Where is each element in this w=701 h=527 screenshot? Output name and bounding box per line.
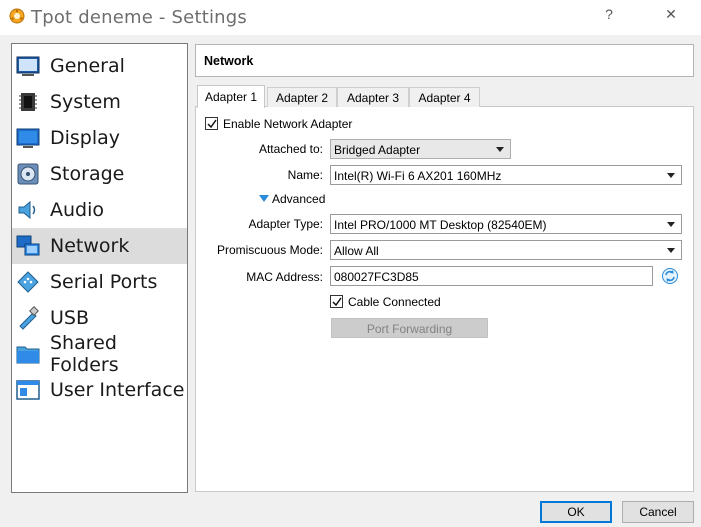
sidebar-item-label: System: [50, 91, 121, 113]
name-label: Name:: [287, 168, 323, 182]
attached-to-label: Attached to:: [258, 142, 323, 156]
usb-icon: [19, 306, 39, 330]
promiscuous-mode-label: Promiscuous Mode:: [216, 243, 323, 257]
audio-icon: [18, 200, 36, 220]
sidebar-item-general[interactable]: General: [12, 48, 187, 84]
checkmark-icon: [332, 297, 342, 307]
window-title: Tpot deneme - Settings: [31, 7, 247, 28]
promiscuous-mode-select[interactable]: Allow All: [330, 240, 682, 260]
sidebar-item-label: User Interface: [50, 379, 185, 401]
tab-adapter-4[interactable]: Adapter 4: [409, 87, 480, 107]
sidebar-item-system[interactable]: System: [12, 84, 187, 120]
chevron-down-icon: [667, 173, 675, 178]
adapter-type-value: Intel PRO/1000 MT Desktop (82540EM): [334, 218, 547, 232]
chevron-down-icon: [667, 222, 675, 227]
serial-ports-icon: [17, 271, 39, 293]
expand-advanced-icon[interactable]: [259, 195, 269, 202]
chevron-down-icon: [496, 147, 504, 152]
storage-icon: [17, 163, 39, 185]
cable-connected-label[interactable]: Cable Connected: [348, 295, 441, 309]
settings-sidebar: General System Display Storage Audio Net…: [11, 43, 188, 493]
adapter-panel: [195, 106, 694, 492]
refresh-mac-icon[interactable]: [661, 267, 679, 285]
sidebar-item-shared-folders[interactable]: Shared Folders: [12, 332, 187, 376]
sidebar-item-usb[interactable]: USB: [12, 300, 187, 336]
sidebar-item-serial-ports[interactable]: Serial Ports: [12, 264, 187, 300]
close-button[interactable]: ✕: [661, 6, 681, 23]
sidebar-item-audio[interactable]: Audio: [12, 192, 187, 228]
tab-adapter-2[interactable]: Adapter 2: [267, 87, 337, 107]
shared-folders-icon: [16, 346, 40, 364]
system-icon: [19, 93, 37, 111]
cancel-button[interactable]: Cancel: [622, 501, 694, 523]
adapter-type-label: Adapter Type:: [248, 217, 324, 231]
sidebar-item-user-interface[interactable]: User Interface: [12, 372, 187, 408]
mac-address-input[interactable]: 080027FC3D85: [330, 266, 653, 286]
mac-address-label: MAC Address:: [246, 270, 323, 284]
adapter-type-select[interactable]: Intel PRO/1000 MT Desktop (82540EM): [330, 214, 682, 234]
page-title: Network: [204, 54, 254, 68]
port-forwarding-button[interactable]: Port Forwarding: [331, 318, 488, 338]
sidebar-item-label: Network: [50, 235, 130, 257]
attached-to-select[interactable]: Bridged Adapter: [330, 139, 511, 159]
sidebar-item-label: USB: [50, 307, 90, 329]
network-icon: [16, 235, 40, 256]
page-header: Network: [195, 44, 694, 77]
sidebar-item-label: Display: [50, 127, 121, 149]
sidebar-item-label: Shared Folders: [50, 332, 119, 376]
checkmark-icon: [207, 119, 217, 129]
name-value: Intel(R) Wi-Fi 6 AX201 160MHz: [334, 169, 502, 183]
sidebar-item-label: Serial Ports: [50, 271, 158, 293]
sidebar-item-label: General: [50, 55, 125, 77]
promiscuous-mode-value: Allow All: [334, 244, 379, 258]
sidebar-item-network[interactable]: Network: [12, 228, 187, 264]
sidebar-item-storage[interactable]: Storage: [12, 156, 187, 192]
advanced-toggle[interactable]: Advanced: [272, 192, 325, 206]
general-icon: [16, 56, 40, 76]
chevron-down-icon: [667, 248, 675, 253]
sidebar-item-label: Storage: [50, 163, 125, 185]
user-interface-icon: [16, 380, 40, 400]
name-select[interactable]: Intel(R) Wi-Fi 6 AX201 160MHz: [330, 165, 682, 185]
virtualbox-app-icon: [9, 8, 25, 24]
attached-to-value: Bridged Adapter: [334, 143, 421, 157]
ok-button[interactable]: OK: [540, 501, 612, 523]
help-button[interactable]: ?: [599, 6, 619, 22]
tab-adapter-1[interactable]: Adapter 1: [197, 85, 265, 108]
sidebar-item-label: Audio: [50, 199, 105, 221]
enable-adapter-checkbox[interactable]: [205, 117, 218, 130]
tab-adapter-3[interactable]: Adapter 3: [337, 87, 409, 107]
cable-connected-checkbox[interactable]: [330, 295, 343, 308]
enable-adapter-label[interactable]: Enable Network Adapter: [223, 117, 352, 131]
display-icon: [16, 128, 40, 148]
title-bar: Tpot deneme - Settings ? ✕: [0, 0, 701, 35]
sidebar-item-display[interactable]: Display: [12, 120, 187, 156]
